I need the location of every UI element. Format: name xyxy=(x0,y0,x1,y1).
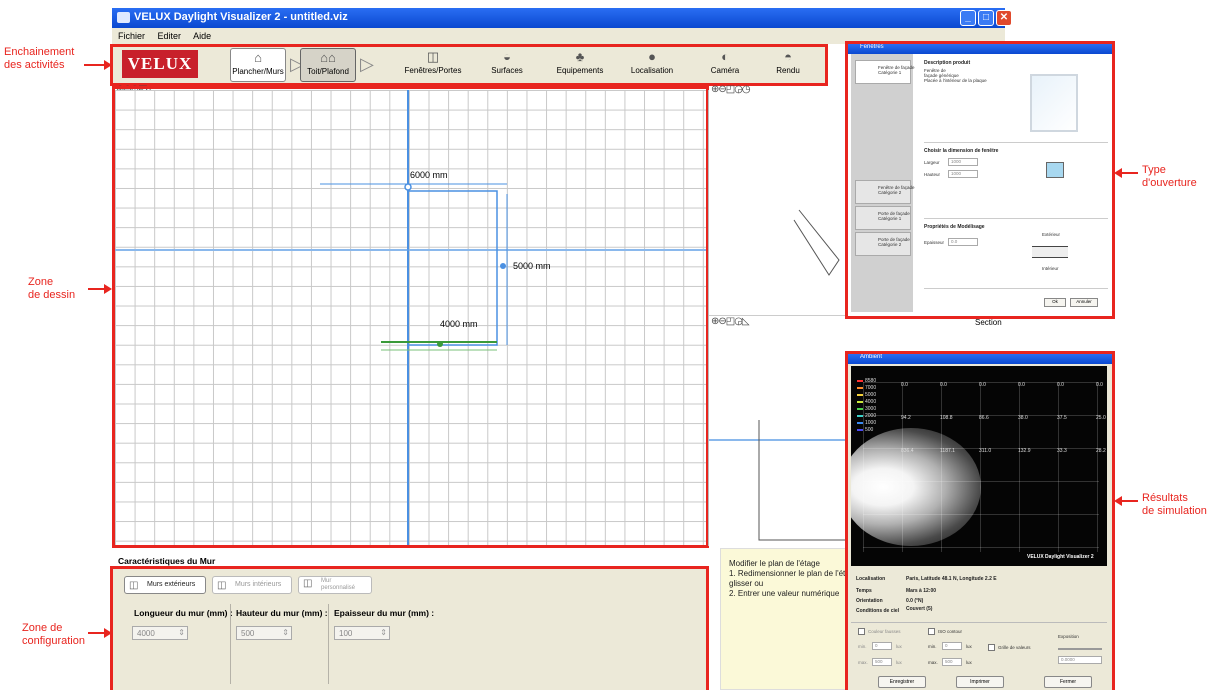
annotation-arrow xyxy=(88,284,112,294)
help-panel: Modifier le plan de l'étage 1. Redimensi… xyxy=(720,548,859,690)
annotation-sequence: Enchainement des activités xyxy=(4,46,74,72)
annotation-text: Zone de dessin xyxy=(28,276,76,301)
annotation-config-zone: Zone de configuration xyxy=(22,622,85,648)
annotation-arrow xyxy=(84,60,112,70)
menu-editer[interactable]: Editer xyxy=(158,31,182,41)
annotation-results: Résultats de simulation xyxy=(1142,492,1207,518)
highlight-box xyxy=(845,351,1115,690)
minimize-button[interactable]: _ xyxy=(960,10,976,26)
annotation-drawing-zone: Zone de dessin xyxy=(28,276,75,302)
highlight-box xyxy=(845,41,1115,319)
help-text: Modifier le plan de l'étage 1. Redimensi… xyxy=(729,559,859,598)
annotation-arrow xyxy=(1114,496,1138,506)
highlight-box xyxy=(110,44,828,86)
highlight-box xyxy=(112,86,709,548)
annotation-text: Enchainement des activités xyxy=(4,46,75,71)
view-3d-tools[interactable]: ⊕⊖◰◶◷ xyxy=(711,84,751,95)
app-icon xyxy=(117,12,130,23)
annotation-arrow xyxy=(88,628,112,638)
annotation-text: Résultats de simulation xyxy=(1142,492,1207,517)
config-title: Caractéristiques du Mur xyxy=(118,556,216,566)
annotation-text: Type d'ouverture xyxy=(1142,164,1197,189)
maximize-button[interactable]: □ xyxy=(978,10,994,26)
annotation-text: Zone de configuration xyxy=(22,622,85,647)
highlight-box xyxy=(110,566,709,690)
window-title: VELUX Daylight Visualizer 2 - untitled.v… xyxy=(134,11,348,23)
window-titlebar: VELUX Daylight Visualizer 2 - untitled.v… xyxy=(112,8,1012,28)
annotation-opening-type: Type d'ouverture xyxy=(1142,164,1197,190)
section-label: Section xyxy=(975,318,1002,327)
annotation-arrow xyxy=(1114,168,1138,178)
menu-fichier[interactable]: Fichier xyxy=(118,31,145,41)
menu-aide[interactable]: Aide xyxy=(193,31,211,41)
close-button[interactable]: ✕ xyxy=(996,10,1012,26)
view-section-tools[interactable]: ⊕⊖◰◶◺ xyxy=(711,316,750,327)
